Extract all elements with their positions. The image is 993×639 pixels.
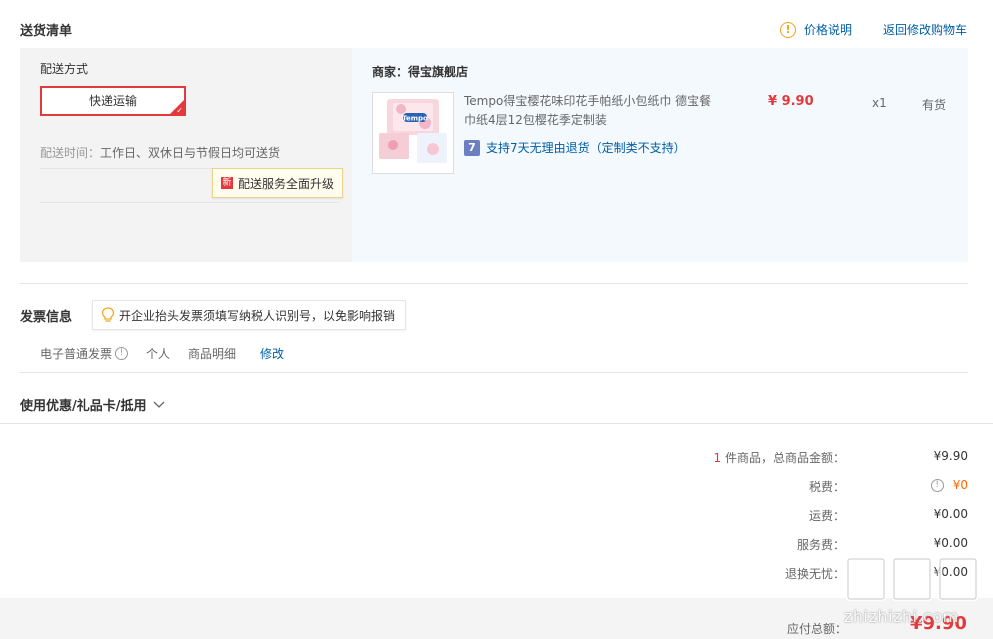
goods-total-value: ¥9.90 bbox=[933, 449, 968, 463]
watermark-text: zhizhizhi.com bbox=[844, 607, 959, 626]
delivery-method-label: 配送方式 bbox=[40, 62, 89, 76]
divider bbox=[0, 423, 993, 424]
coupon-title-label: 使用优惠/礼品卡/抵用 bbox=[20, 399, 147, 414]
service-fee-value: ¥0.00 bbox=[933, 536, 968, 550]
info-icon[interactable]: ! bbox=[930, 478, 944, 492]
divider bbox=[40, 202, 340, 203]
return-worry-label: 退换无忧： bbox=[784, 567, 845, 581]
return-policy[interactable]: 7 支持7天无理由退货（定制类不支持） bbox=[464, 139, 686, 156]
delivery-list-title: 送货清单 bbox=[20, 24, 73, 39]
invoice-type: 电子普通发票 bbox=[40, 347, 113, 361]
price-note-link[interactable]: ! 价格说明 bbox=[780, 21, 852, 38]
invoice-holder: 个人 bbox=[146, 347, 171, 361]
delivery-time: 配送时间：工作日、双休日与节假日均可送货 bbox=[40, 144, 280, 161]
product-thumbnail[interactable]: Tempo bbox=[372, 92, 454, 174]
invoice-edit-link[interactable]: 修改 bbox=[260, 345, 284, 362]
return-policy-text: 支持7天无理由退货（定制类不支持） bbox=[486, 141, 686, 155]
item-quantity: x1 bbox=[872, 96, 887, 110]
lightbulb-icon bbox=[101, 307, 115, 322]
site-watermark: zhizhizhi.com bbox=[838, 551, 988, 639]
express-shipping-option[interactable]: 快递运输 ✓ bbox=[40, 86, 186, 116]
watermark-logo-icon bbox=[845, 556, 979, 602]
chevron-down-icon bbox=[153, 401, 164, 408]
invoice-tip: 开企业抬头发票须填写纳税人识别号，以免影响报销 bbox=[92, 300, 407, 330]
product-name[interactable]: Tempo得宝樱花味印花手帕纸小包纸巾 德宝餐巾纸4层12包樱花季定制装 bbox=[464, 92, 714, 130]
freight-label: 运费： bbox=[808, 509, 845, 523]
info-icon: ! bbox=[780, 21, 796, 38]
delivery-upgrade-text: 配送服务全面升级 bbox=[238, 176, 335, 191]
merchant-name: 得宝旗舰店 bbox=[408, 65, 469, 79]
delivery-upgrade-tip[interactable]: 新 配送服务全面升级 bbox=[212, 168, 344, 198]
invoice-tip-text: 开企业抬头发票须填写纳税人识别号，以免影响报销 bbox=[119, 308, 396, 323]
tissue-pack-icon: Tempo bbox=[373, 93, 453, 173]
coupon-toggle[interactable]: 使用优惠/礼品卡/抵用 bbox=[20, 395, 165, 414]
freight-value: ¥0.00 bbox=[933, 507, 968, 521]
merchant-label: 商家： bbox=[372, 65, 409, 79]
goods-total-text: 件商品，总商品金额： bbox=[721, 451, 845, 465]
info-icon[interactable]: ! bbox=[115, 347, 129, 360]
tax-label: 税费： bbox=[808, 480, 845, 494]
checkmark-icon: ✓ bbox=[176, 106, 183, 115]
express-shipping-label: 快递运输 bbox=[88, 94, 137, 108]
delivery-time-label: 配送时间： bbox=[40, 146, 101, 160]
goods-total-label: 1 件商品，总商品金额： bbox=[714, 449, 845, 466]
price-note-label: 价格说明 bbox=[804, 23, 853, 37]
new-badge-icon: 新 bbox=[221, 177, 233, 189]
delivery-method-panel: 配送方式 快递运输 ✓ 配送时间：工作日、双休日与节假日均可送货 新 配送服务全… bbox=[20, 48, 352, 262]
brand-logo-text: Tempo bbox=[402, 115, 428, 123]
divider bbox=[20, 372, 968, 373]
order-item-panel: 商家：得宝旗舰店 Tempo Tempo得宝樱花味印花手帕纸小包纸巾 德宝餐巾纸… bbox=[352, 48, 968, 262]
merchant-info: 商家：得宝旗舰店 bbox=[372, 63, 468, 80]
invoice-details: 电子普通发票 ! 个人 商品明细 修改 bbox=[40, 345, 284, 362]
divider bbox=[20, 283, 968, 284]
back-to-cart-link[interactable]: 返回修改购物车 bbox=[883, 21, 967, 38]
item-price: ¥ 9.90 bbox=[768, 94, 814, 109]
seven-day-return-icon: 7 bbox=[464, 139, 480, 156]
stock-status: 有货 bbox=[922, 98, 947, 112]
delivery-time-value: 工作日、双休日与节假日均可送货 bbox=[100, 146, 281, 160]
invoice-title: 发票信息 bbox=[20, 310, 73, 325]
invoice-content: 商品明细 bbox=[188, 347, 237, 361]
tax-value: ! ¥0 bbox=[930, 478, 968, 492]
tax-amount: ¥0 bbox=[952, 478, 968, 492]
